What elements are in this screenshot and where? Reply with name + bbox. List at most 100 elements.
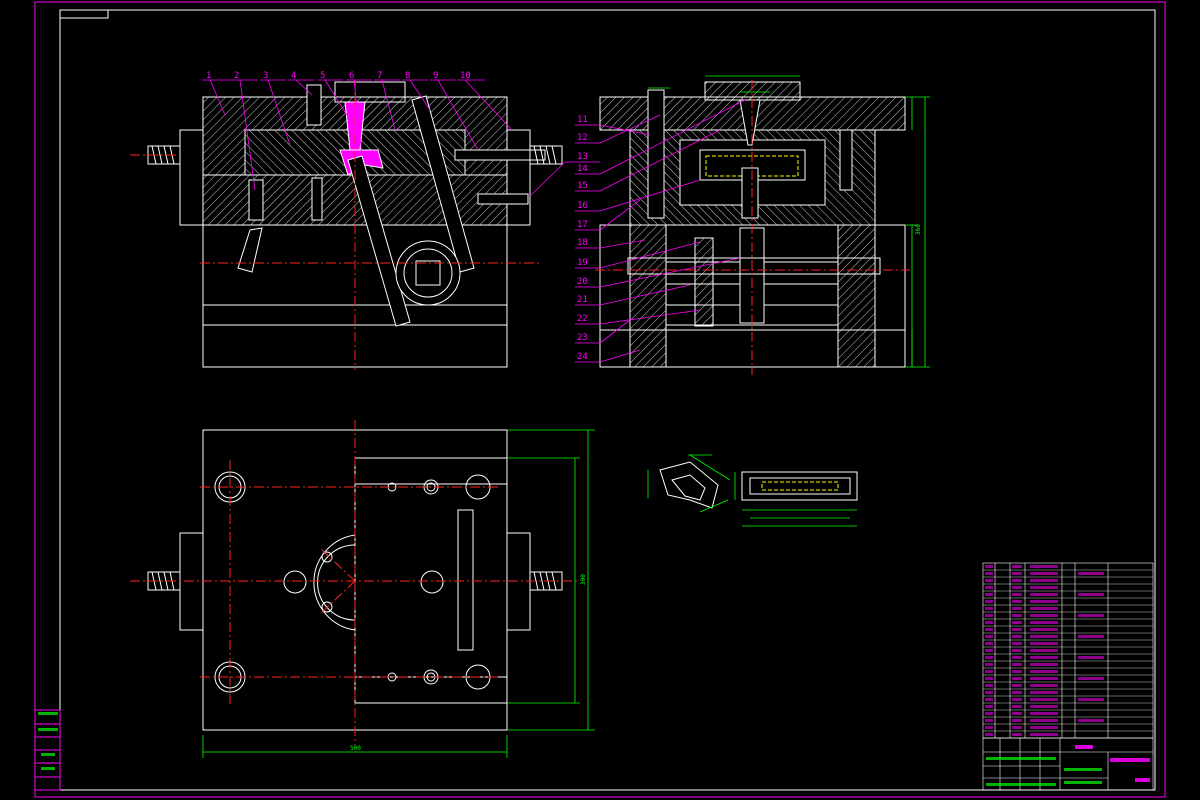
- part-label-1: 1: [206, 71, 211, 81]
- parts-list-cell-mark: [1030, 726, 1058, 729]
- parts-list-cell-mark: [1030, 712, 1058, 715]
- parts-list-cell-mark: [985, 670, 993, 673]
- parts-list-cell-mark: [1012, 712, 1022, 715]
- parts-list-cell-mark: [1030, 621, 1058, 624]
- parts-list-cell-mark: [1030, 593, 1058, 596]
- parts-list-cell-mark: [985, 565, 993, 568]
- parts-list-cell-mark: [985, 642, 993, 645]
- cad-drawing-canvas: 1 2 3 4 5 6 7 8 9 10 360 11 12 13 14 15 …: [34, 1, 1166, 798]
- parts-list-cell-mark: [1012, 593, 1022, 596]
- parts-list-cell-mark: [1012, 649, 1022, 652]
- parts-list-cell-mark: [985, 698, 993, 701]
- parts-list-cell-mark: [1012, 635, 1022, 638]
- part-label-12: 12: [577, 133, 588, 143]
- part-label-7: 7: [377, 71, 382, 81]
- part-label-19: 19: [577, 258, 588, 268]
- left-binding-strip: [34, 709, 61, 791]
- plan-height-dimension: 300: [580, 574, 587, 585]
- parts-list-cell-mark: [1012, 586, 1022, 589]
- parts-list-cell-mark: [1030, 719, 1058, 722]
- parts-list-cell-mark: [985, 572, 993, 575]
- parts-list-cell-mark: [985, 719, 993, 722]
- part-label-24: 24: [577, 352, 588, 362]
- corner-tag: [59, 9, 109, 19]
- parts-list-cell-mark: [1012, 579, 1022, 582]
- parts-list-cell-mark: [1012, 572, 1022, 575]
- parts-list-cell-mark: [1030, 579, 1058, 582]
- parts-list-cell-mark: [985, 593, 993, 596]
- parts-list-cell-mark: [1012, 691, 1022, 694]
- part-label-6: 6: [349, 71, 354, 81]
- detail-part-views: [647, 454, 858, 527]
- parts-list-cell-mark: [1030, 698, 1058, 701]
- parts-list-table: [982, 562, 1154, 739]
- parts-list-cell-mark: [985, 628, 993, 631]
- parts-list-cell-mark: [1030, 614, 1058, 617]
- parts-list-cell-mark: [1030, 586, 1058, 589]
- parts-list-cell-mark: [985, 607, 993, 610]
- parts-list-cell-mark: [985, 614, 993, 617]
- parts-list-cell-mark: [1030, 691, 1058, 694]
- parts-list-cell-mark: [1012, 684, 1022, 687]
- part-label-2: 2: [234, 71, 239, 81]
- parts-list-cell-mark: [1012, 705, 1022, 708]
- parts-list-cell-mark: [985, 579, 993, 582]
- parts-list-cell-mark: [1012, 621, 1022, 624]
- part-label-10: 10: [460, 71, 471, 81]
- part-label-23: 23: [577, 333, 588, 343]
- parts-list-cell-mark: [1078, 719, 1104, 722]
- parts-list-cell-mark: [1030, 607, 1058, 610]
- plan-view: [130, 420, 595, 758]
- part-label-3: 3: [263, 71, 268, 81]
- parts-list-cell-mark: [1030, 628, 1058, 631]
- parts-list-cell-mark: [1078, 677, 1104, 680]
- parts-list-cell-mark: [1030, 733, 1058, 736]
- parts-list-cell-mark: [1012, 677, 1022, 680]
- part-label-9: 9: [433, 71, 438, 81]
- parts-list-cell-mark: [985, 684, 993, 687]
- parts-list-cell-mark: [985, 621, 993, 624]
- parts-list-cell-mark: [1030, 642, 1058, 645]
- parts-list-cell-mark: [1012, 733, 1022, 736]
- parts-list-cell-mark: [1030, 635, 1058, 638]
- parts-list-cell-mark: [985, 705, 993, 708]
- parts-list-rows: [983, 565, 1153, 736]
- parts-list-cell-mark: [985, 600, 993, 603]
- parts-list-cell-mark: [1012, 670, 1022, 673]
- parts-list-cell-mark: [1078, 698, 1104, 701]
- parts-list-cell-mark: [985, 733, 993, 736]
- parts-list-cell-mark: [1030, 663, 1058, 666]
- parts-list-cell-mark: [1012, 614, 1022, 617]
- parts-list-cell-mark: [985, 586, 993, 589]
- parts-list-cell-mark: [1030, 565, 1058, 568]
- parts-list-cell-mark: [1012, 642, 1022, 645]
- side-height-dimension: 360: [915, 224, 922, 235]
- parts-list-cell-mark: [1012, 628, 1022, 631]
- part-label-13: 13: [577, 152, 588, 162]
- parts-list-cell-mark: [1078, 635, 1104, 638]
- part-label-16: 16: [577, 201, 588, 211]
- parts-list-cell-mark: [985, 712, 993, 715]
- part-label-5: 5: [320, 71, 325, 81]
- part-label-14: 14: [577, 164, 588, 174]
- part-label-8: 8: [405, 71, 410, 81]
- parts-list-cell-mark: [1030, 670, 1058, 673]
- part-label-17: 17: [577, 220, 588, 230]
- parts-list-cell-mark: [1012, 607, 1022, 610]
- parts-list-cell-mark: [1030, 677, 1058, 680]
- parts-list-cell-mark: [1078, 614, 1104, 617]
- parts-list-cell-mark: [985, 726, 993, 729]
- parts-list-cell-mark: [1030, 600, 1058, 603]
- parts-list-cell-mark: [985, 656, 993, 659]
- side-section-view: 360: [595, 75, 930, 375]
- part-label-22: 22: [577, 314, 588, 324]
- part-label-11: 11: [577, 115, 588, 125]
- part-label-20: 20: [577, 277, 588, 287]
- parts-list-cell-mark: [1012, 726, 1022, 729]
- part-label-21: 21: [577, 295, 588, 305]
- front-section-view: [130, 80, 563, 370]
- parts-list-cell-mark: [985, 677, 993, 680]
- part-label-4: 4: [291, 71, 296, 81]
- parts-list-cell-mark: [985, 663, 993, 666]
- parts-list-cell-mark: [1012, 600, 1022, 603]
